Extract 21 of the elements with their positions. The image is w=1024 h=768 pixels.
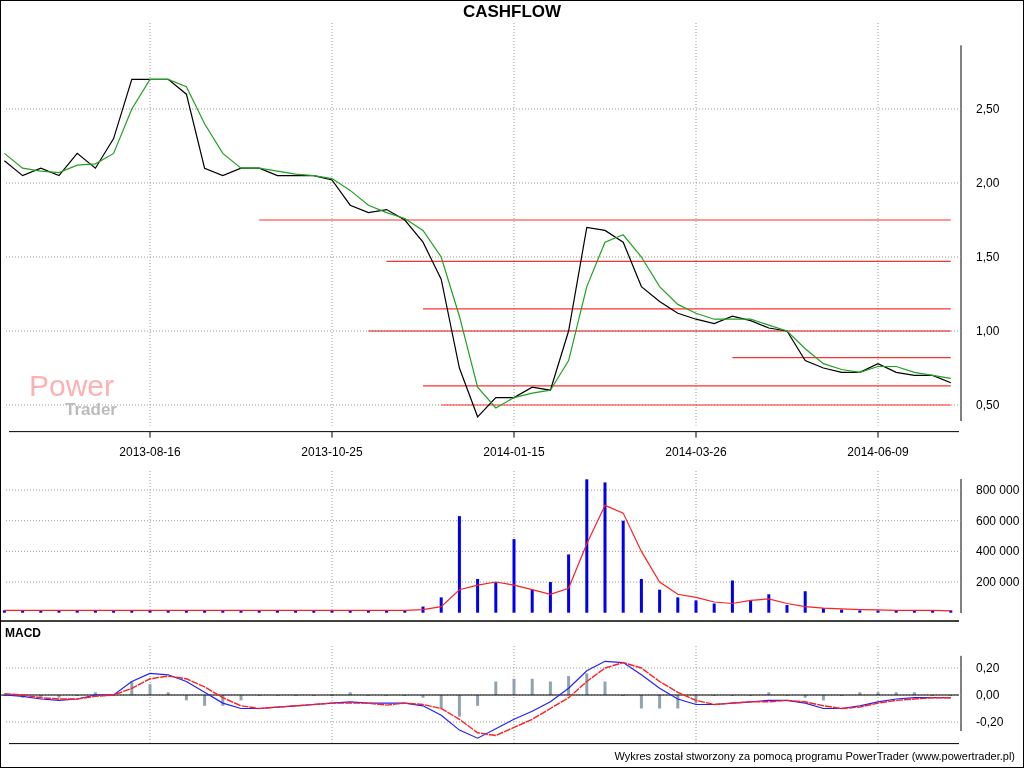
axis-label: 2013-10-25 — [301, 445, 363, 459]
axis-label: -0,20 — [976, 715, 1004, 729]
axis-label: 0,00 — [976, 688, 1000, 702]
axis-label: 0,50 — [976, 398, 1000, 412]
axis-label: 400 000 — [976, 544, 1020, 559]
axis-label: 0,20 — [976, 661, 1000, 675]
chart-title: CASHFLOW — [462, 1, 562, 24]
axis-label: 2014-01-15 — [483, 445, 545, 459]
panel-title: MACD — [5, 626, 41, 640]
axis-label: 1,00 — [976, 324, 1000, 338]
axis-label: 200 000 — [976, 575, 1020, 590]
axis-label: 600 000 — [976, 513, 1020, 528]
footer-credit: Wykres został stworzony za pomocą programu PowerTrader (www.powertrader.pl) — [614, 749, 1015, 765]
axis-label: 2,00 — [976, 176, 1000, 190]
axis-label: 2,50 — [976, 102, 1000, 116]
axis-label: 1,50 — [976, 250, 1000, 264]
logo: Power Trader — [29, 369, 117, 419]
axis-label: 2014-06-09 — [847, 445, 909, 459]
axis-label: 2014-03-26 — [665, 445, 727, 459]
axis-label: 2013-08-16 — [119, 445, 181, 459]
axis-label: 800 000 — [976, 483, 1020, 498]
